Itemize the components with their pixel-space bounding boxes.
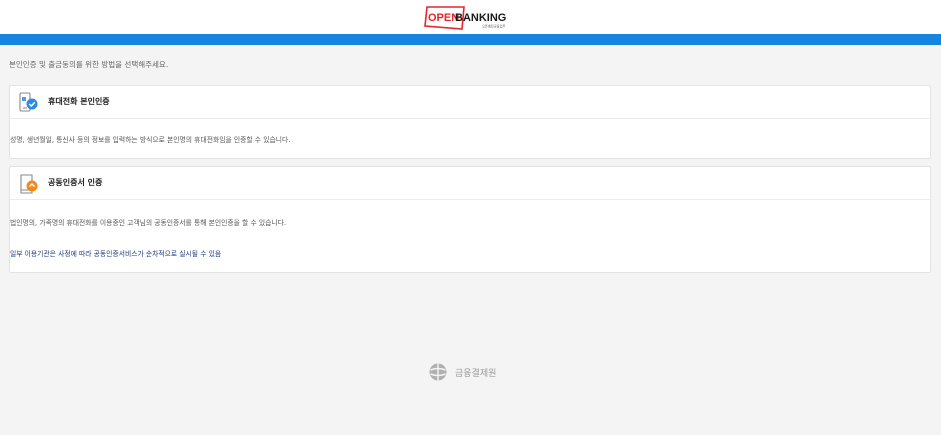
logo-subtext: 오픈뱅킹공동업무 [482, 24, 506, 29]
brand-color-bar [0, 34, 941, 45]
footer-logo: 금융결제원 [429, 363, 496, 381]
logo-banking-text: BANKING [455, 12, 506, 24]
certificate-auth-option[interactable]: 공동인증서 인증 법인명의, 가족명의 휴대전화를 이용중인 고객님의 공동인증… [9, 166, 931, 273]
certificate-auth-description: 법인명의, 가족명의 휴대전화를 이용중인 고객님의 공동인증서를 통해 본인인… [10, 219, 287, 227]
phone-auth-description: 성명, 생년월일, 통신사 등의 정보를 입력하는 방식으로 본인명의 휴대전화… [10, 136, 291, 144]
certificate-document-icon [18, 173, 40, 195]
mobile-phone-check-icon [18, 92, 40, 114]
certificate-auth-title: 공동인증서 인증 [48, 178, 103, 187]
phone-auth-title: 휴대전화 본인인증 [48, 97, 110, 106]
footer-org-name: 금융결제원 [455, 368, 497, 379]
certificate-auth-note: 일부 이용기관은 사정에 따라 공동인증서비스가 순차적으로 실시될 수 있음 [10, 250, 222, 258]
phone-auth-option[interactable]: 휴대전화 본인인증 성명, 생년월일, 통신사 등의 정보를 입력하는 방식으로… [9, 85, 931, 159]
header: OPEN BANKING 오픈뱅킹공동업무 [0, 0, 941, 34]
instruction-text: 본인인증 및 출금동의를 위한 방법을 선택해주세요. [9, 60, 169, 69]
kftc-logo-icon [429, 363, 447, 381]
openbanking-logo[interactable]: OPEN BANKING 오픈뱅킹공동업무 [424, 5, 516, 31]
card-header: 휴대전화 본인인증 [10, 86, 930, 119]
card-header: 공동인증서 인증 [10, 167, 930, 200]
